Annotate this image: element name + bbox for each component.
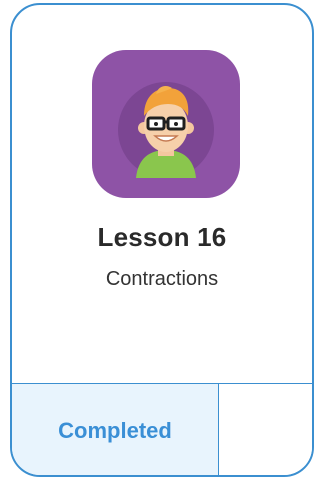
lesson-subtitle: Contractions (105, 268, 219, 290)
completed-status-button[interactable]: Completed (12, 384, 219, 475)
teacher-avatar-icon (118, 82, 214, 178)
lesson-action-cell[interactable] (219, 384, 312, 475)
lesson-card[interactable]: Lesson 16 Contractions Completed (10, 3, 314, 477)
status-label: Completed (58, 418, 172, 443)
lesson-avatar (92, 50, 240, 198)
lesson-title: Lesson 16 (97, 222, 227, 252)
lesson-footer: Completed (12, 383, 312, 475)
